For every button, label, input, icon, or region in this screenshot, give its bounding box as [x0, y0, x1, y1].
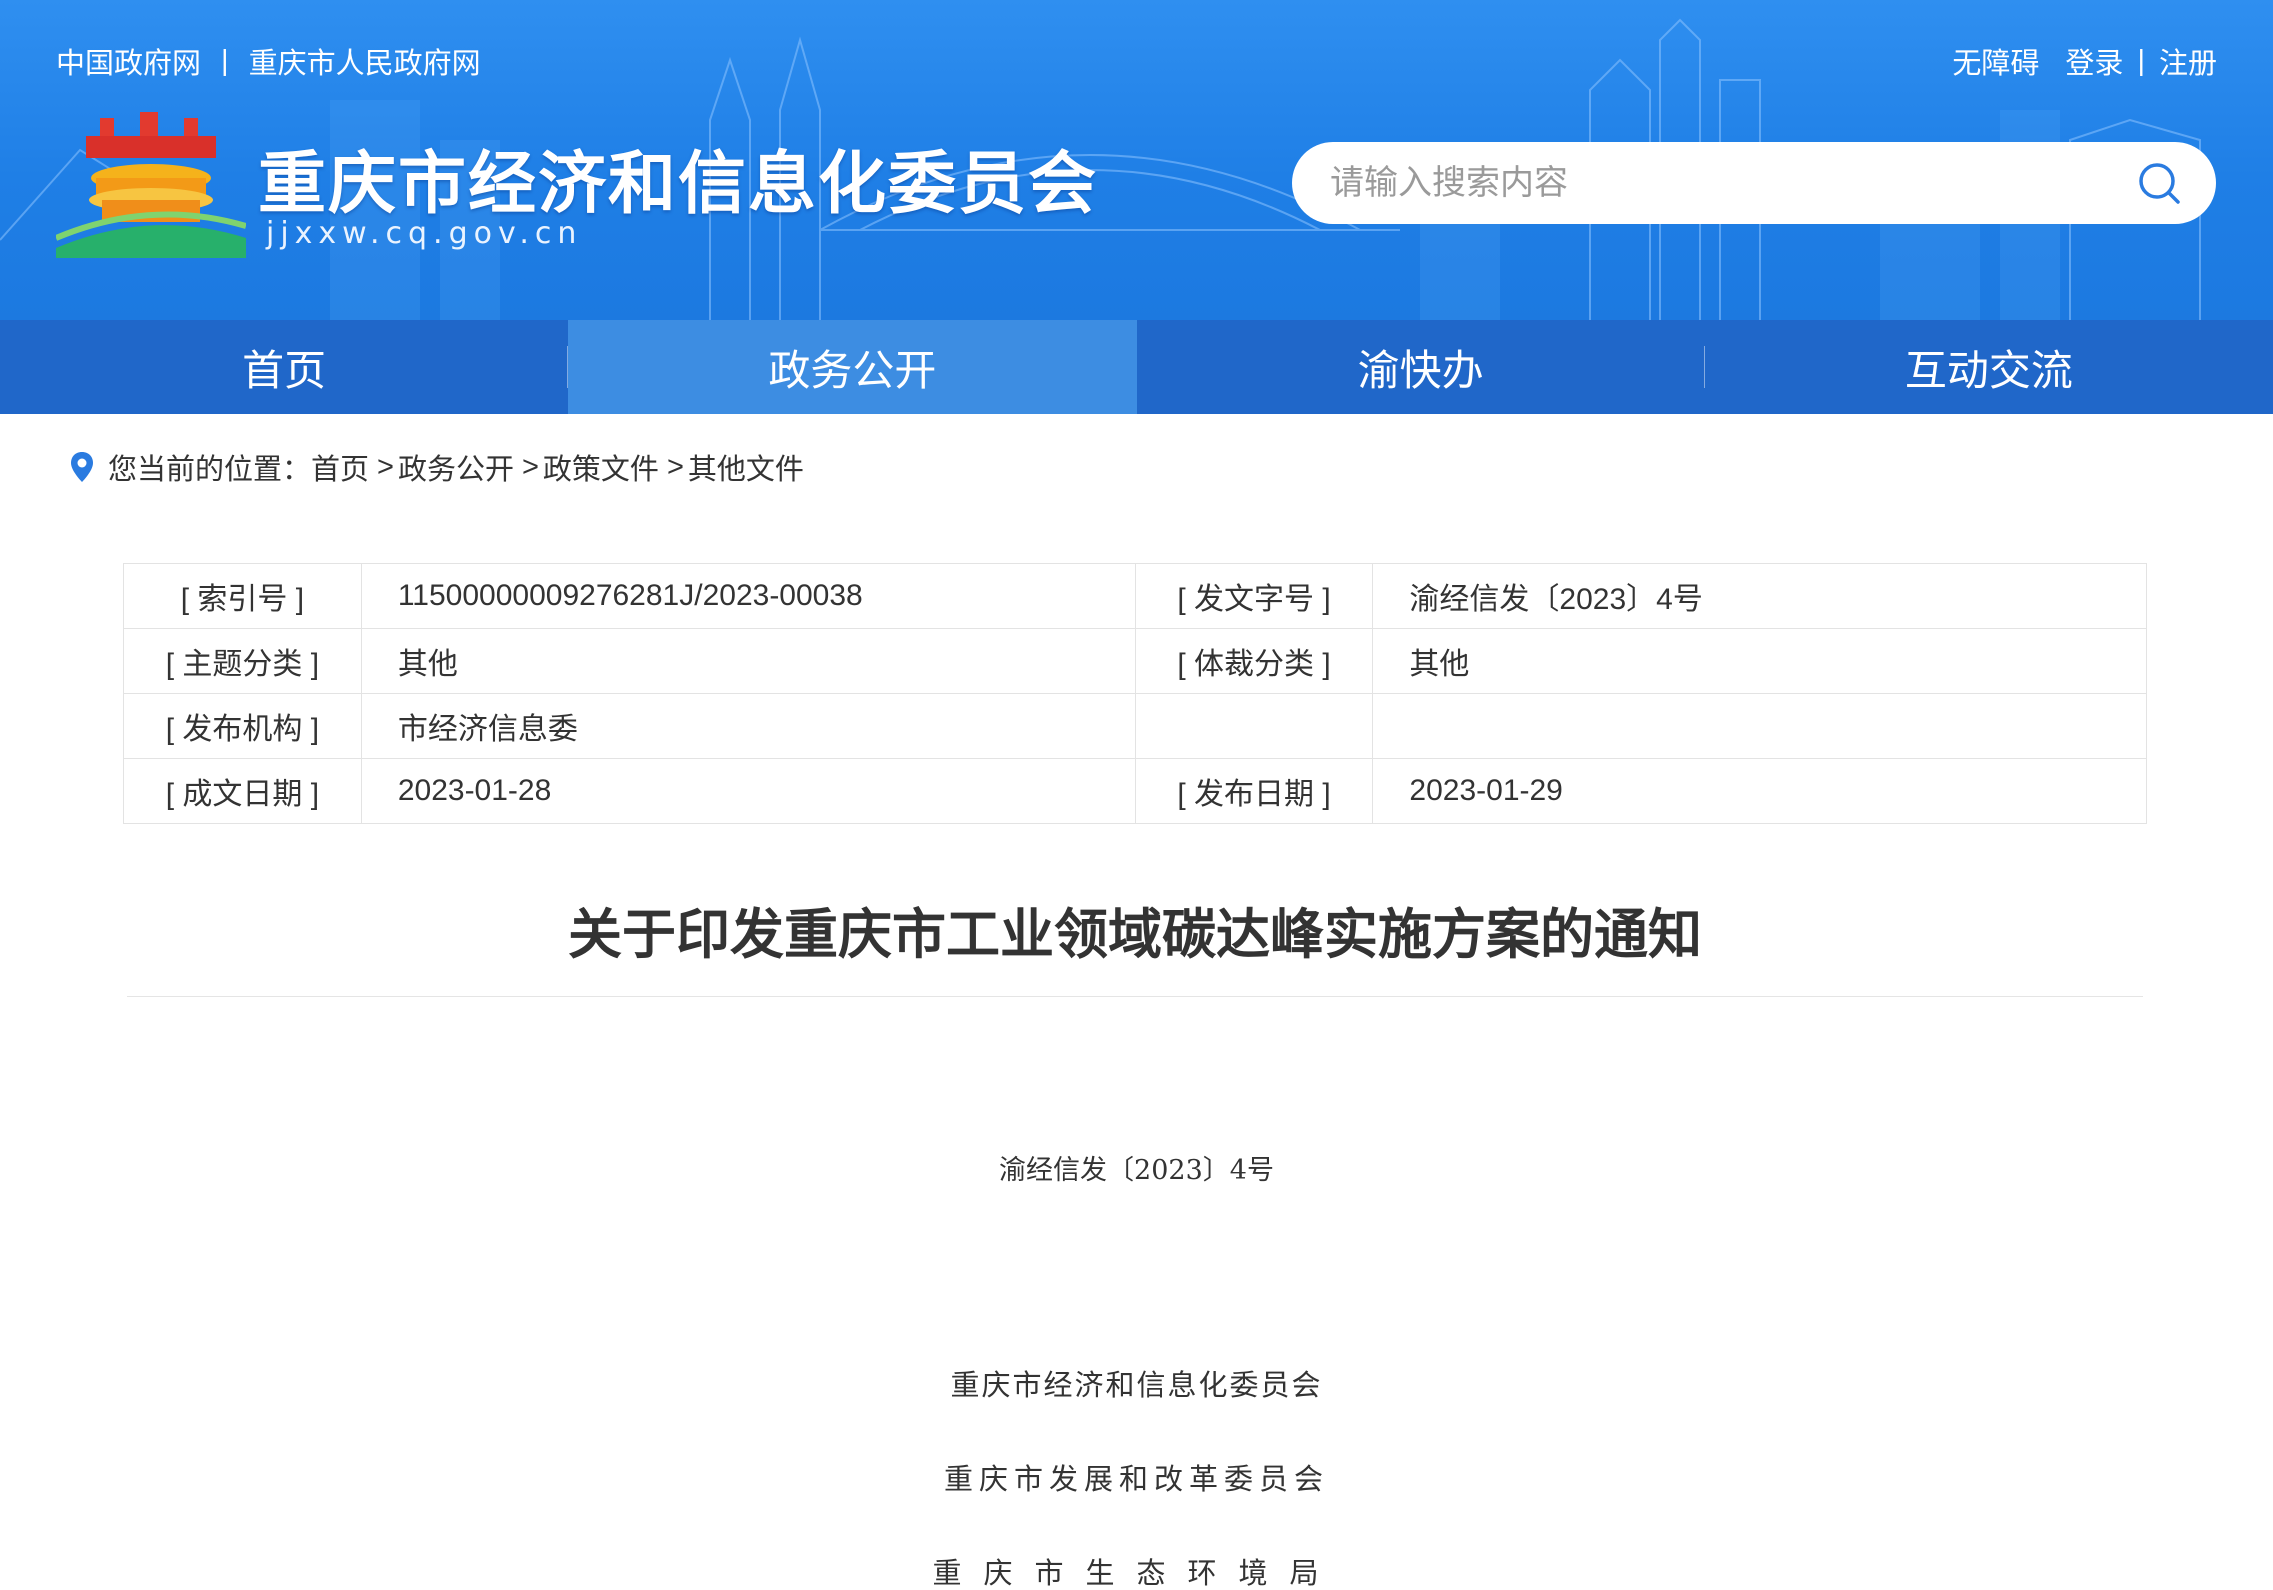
issuer-line: 重庆市经济和信息化委员会 — [950, 1368, 1323, 1402]
breadcrumb-gov-affairs[interactable]: 政务公开 — [398, 446, 514, 488]
main-nav: 首页 政务公开 渝快办 互动交流 — [0, 320, 2273, 414]
meta-label: [ 主题分类 ] — [123, 628, 362, 694]
meta-label: [ 发文字号 ] — [1134, 563, 1374, 629]
meta-value: 渝经信发〔2023〕4号 — [1372, 563, 2147, 629]
meta-value — [1372, 693, 2147, 759]
accessibility-link[interactable]: 无障碍 — [1952, 40, 2039, 82]
breadcrumb-arrow: > — [521, 450, 539, 483]
register-link[interactable]: 注册 — [2159, 40, 2217, 82]
nav-item-interaction[interactable]: 互动交流 — [1705, 320, 2273, 414]
nav-item-yukuaiban[interactable]: 渝快办 — [1137, 320, 1705, 414]
nav-item-gov-affairs[interactable]: 政务公开 — [568, 320, 1137, 414]
nav-item-label: 互动交流 — [1904, 346, 2073, 394]
meta-value: 11500000009276281J/2023-00038 — [360, 563, 1136, 629]
separator: | — [2137, 44, 2145, 77]
meta-value: 2023-01-29 — [1372, 758, 2147, 824]
title-divider — [127, 996, 2143, 997]
meta-value: 2023-01-28 — [360, 758, 1136, 824]
nav-item-label: 首页 — [242, 346, 327, 394]
document-meta-table: [ 索引号 ] 11500000009276281J/2023-00038 [ … — [123, 563, 2147, 824]
breadcrumb-other-docs[interactable]: 其他文件 — [688, 446, 804, 488]
breadcrumb-home[interactable]: 首页 — [311, 446, 369, 488]
link-central-gov[interactable]: 中国政府网 — [56, 40, 201, 82]
meta-label: [ 成文日期 ] — [123, 758, 362, 824]
table-row: [ 成文日期 ] 2023-01-28 [ 发布日期 ] 2023-01-29 — [123, 758, 2147, 824]
breadcrumb-arrow: > — [377, 450, 394, 483]
breadcrumb-policy-docs[interactable]: 政策文件 — [543, 446, 659, 488]
search-icon[interactable] — [2136, 160, 2182, 206]
site-header: 中国政府网 | 重庆市人民政府网 无障碍 登录 | 注册 重庆市经济和信息化委员… — [0, 0, 2273, 320]
search-input[interactable] — [1330, 163, 2136, 203]
location-pin-icon — [71, 452, 93, 482]
user-links: 无障碍 登录 | 注册 — [1952, 40, 2217, 82]
meta-label — [1134, 693, 1374, 759]
meta-label: [ 发布日期 ] — [1134, 758, 1374, 824]
login-link[interactable]: 登录 — [2065, 40, 2123, 82]
search-box — [1292, 142, 2216, 224]
table-row: [ 索引号 ] 11500000009276281J/2023-00038 [ … — [123, 563, 2147, 629]
nav-item-home[interactable]: 首页 — [0, 320, 569, 414]
meta-label: [ 索引号 ] — [123, 563, 362, 629]
issuer-line: 重庆市生态环境局 — [932, 1556, 1341, 1590]
site-domain: jjxxw.cq.gov.cn — [266, 216, 583, 251]
meta-label: [ 体裁分类 ] — [1134, 628, 1374, 694]
meta-label: [ 发布机构 ] — [123, 693, 362, 759]
table-row: [ 主题分类 ] 其他 [ 体裁分类 ] 其他 — [123, 628, 2147, 694]
top-links: 中国政府网 | 重庆市人民政府网 — [56, 40, 481, 82]
issuer-line: 重庆市发展和改革委员会 — [943, 1462, 1329, 1496]
meta-value: 其他 — [1372, 628, 2147, 694]
nav-item-label: 政务公开 — [768, 346, 937, 394]
table-row: [ 发布机构 ] 市经济信息委 — [123, 693, 2147, 759]
nav-item-label: 渝快办 — [1357, 346, 1484, 394]
breadcrumb-arrow: > — [666, 450, 684, 483]
breadcrumb-prefix: 您当前的位置： — [108, 454, 312, 486]
document-number: 渝经信发〔2023〕4号 — [999, 1155, 1274, 1186]
meta-value: 市经济信息委 — [360, 693, 1136, 759]
article-title: 关于印发重庆市工业领域碳达峰实施方案的通知 — [568, 905, 1702, 965]
site-title[interactable]: 重庆市经济和信息化委员会 — [258, 128, 1098, 227]
breadcrumb: 您当前的位置： 首页 > 政务公开 > 政策文件 > 其他文件 — [70, 446, 804, 488]
link-chongqing-gov[interactable]: 重庆市人民政府网 — [249, 40, 481, 82]
meta-value: 其他 — [360, 628, 1136, 694]
separator: | — [221, 44, 229, 77]
site-logo[interactable] — [56, 108, 246, 258]
